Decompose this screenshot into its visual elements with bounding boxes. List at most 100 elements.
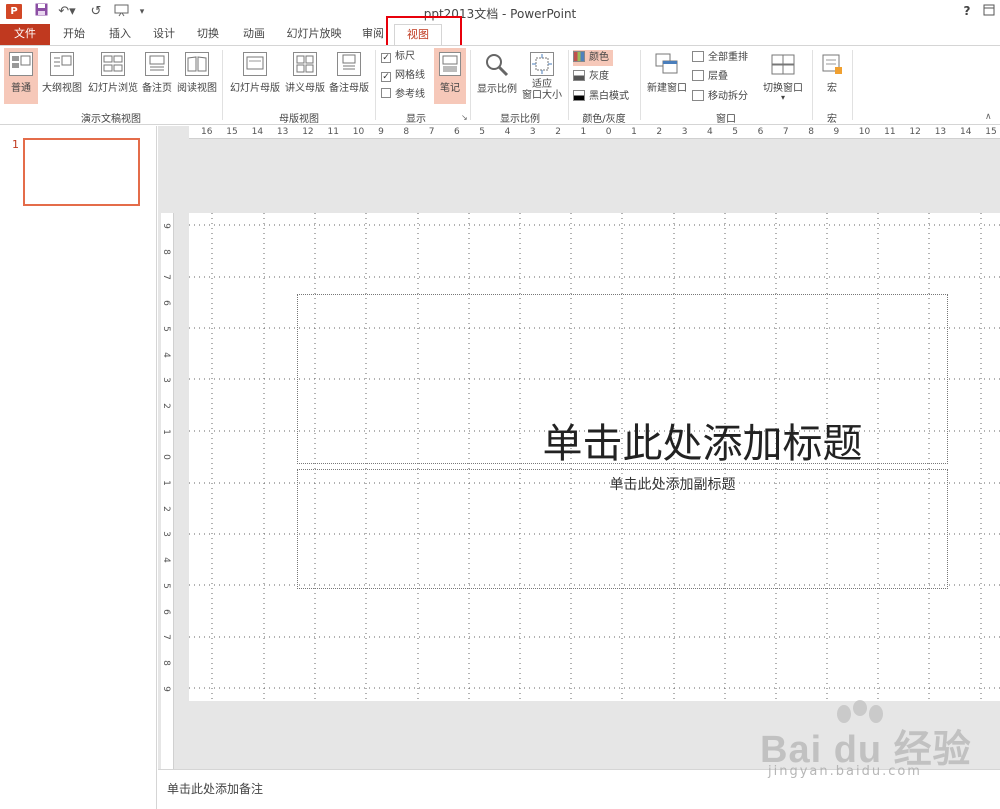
ruler-tick-label: 7: [161, 634, 171, 641]
arrange-all-icon: [692, 51, 704, 62]
presentation-views-group-label: 演示文稿视图: [81, 114, 141, 125]
dialog-launcher-icon[interactable]: ↘: [461, 113, 468, 122]
group-separator: [852, 50, 853, 120]
fit-to-window-label-2: 窗口大小: [522, 90, 562, 101]
slide-sorter-label: 幻灯片浏览: [88, 83, 138, 94]
ruler-tick-label: 3: [161, 377, 171, 384]
group-separator: [470, 50, 471, 120]
outline-view-icon: [50, 52, 74, 76]
group-separator: [640, 50, 641, 120]
ruler-tick-label: 1: [580, 127, 587, 137]
master-views-group-label: 母版视图: [279, 114, 319, 125]
ruler-tick-label: 10: [352, 127, 365, 137]
macros-icon: [820, 52, 844, 76]
outline-view-button[interactable]: 大纲视图: [40, 48, 84, 104]
ribbon-display-options-icon[interactable]: [982, 4, 996, 19]
fit-to-window-icon: [530, 52, 554, 76]
handout-master-button[interactable]: 讲义母版: [283, 48, 327, 104]
ruler-tick-label: 7: [782, 127, 789, 137]
ruler-tick-label: 9: [161, 223, 171, 229]
new-window-button[interactable]: 新建窗口: [644, 48, 690, 104]
ruler-tick-label: 9: [378, 127, 384, 137]
black-white-button[interactable]: 黑白模式: [573, 89, 629, 105]
notes-master-button[interactable]: 备注母版: [327, 48, 371, 104]
ribbon: 普通 大纲视图 幻灯片浏览 备注页 阅读视图 演示文稿视图 幻灯片母版 讲义母版…: [0, 45, 1000, 125]
ruler-tick-label: 13: [934, 127, 947, 137]
tab-review[interactable]: 审阅: [356, 24, 390, 46]
ruler-tick-label: 1: [161, 428, 171, 435]
horizontal-ruler[interactable]: 16 15 14 13 12 11 10 9 8 7 6 5 4 3 2 1 0 1 2 3 4 5 6 7 8 9 10 11 12 1…: [189, 126, 1000, 139]
ruler-tick-label: 9: [833, 127, 840, 137]
notes-master-label: 备注母版: [329, 83, 369, 94]
slide-thumbnail[interactable]: [23, 138, 140, 206]
cascade-icon: [692, 70, 704, 81]
switch-window-button[interactable]: 切换窗口 ▾: [760, 48, 806, 108]
ruler-tick-label: 5: [161, 582, 171, 589]
tab-home[interactable]: 开始: [56, 24, 92, 46]
ruler-tick-label: 16: [201, 127, 213, 137]
ruler-tick-label: 12: [302, 127, 314, 137]
ruler-tick-label: 14: [251, 127, 264, 137]
slide-canvas[interactable]: 单击此处添加标题 单击此处添加副标题: [189, 213, 1000, 701]
move-split-icon: [692, 90, 704, 101]
move-split-button[interactable]: 移动拆分: [692, 89, 748, 105]
handout-master-label: 讲义母版: [285, 83, 325, 94]
ruler-tick-label: 4: [161, 351, 171, 358]
new-window-icon: [654, 52, 680, 76]
ruler-tick-label: 8: [161, 248, 171, 255]
macros-group-label: 宏: [827, 114, 837, 125]
help-button[interactable]: ?: [960, 4, 974, 18]
ruler-checkbox[interactable]: ✓ 标尺: [381, 50, 415, 64]
tab-animations[interactable]: 动画: [236, 24, 272, 46]
title-placeholder[interactable]: 单击此处添加标题: [297, 294, 948, 467]
gridlines-checkbox[interactable]: ✓ 网格线: [381, 69, 425, 83]
ruler-tick-label: 8: [403, 127, 410, 137]
ruler-tick-label: 5: [732, 127, 739, 137]
ruler-tick-label: 1: [631, 127, 637, 137]
ruler-tick-label: 5: [479, 127, 486, 137]
ruler-tick-label: 8: [808, 127, 814, 137]
ruler-tick-label: 3: [161, 531, 171, 538]
macros-button[interactable]: 宏: [816, 48, 848, 104]
tab-transitions[interactable]: 切换: [190, 24, 226, 46]
ruler-tick-label: 1: [161, 480, 171, 486]
group-separator: [375, 50, 376, 120]
collapse-ribbon-icon[interactable]: ∧: [985, 112, 992, 122]
ruler-tick-label: 14: [960, 127, 972, 137]
notes-button[interactable]: 笔记: [434, 48, 466, 104]
tab-insert[interactable]: 插入: [102, 24, 138, 46]
grayscale-button[interactable]: 灰度: [573, 69, 609, 85]
arrange-all-button[interactable]: 全部重排: [692, 50, 748, 66]
fit-to-window-button[interactable]: 适应 窗口大小: [520, 48, 564, 106]
checkmark-icon: ✓: [381, 53, 391, 63]
tab-design[interactable]: 设计: [146, 24, 182, 46]
ruler-tick-label: 12: [909, 127, 921, 137]
color-button[interactable]: 颜色: [573, 50, 613, 66]
chevron-down-icon: ▾: [780, 93, 785, 102]
slide-master-label: 幻灯片母版: [230, 83, 280, 94]
watermark-site: jingyan.baidu.com: [768, 764, 922, 779]
ruler-tick-label: 7: [428, 127, 435, 137]
ruler-tick-label: 7: [161, 274, 171, 281]
vertical-ruler[interactable]: 9 8 7 6 5 4 3 2 1 0 1 2 3 4 5 6 7 8 9: [161, 213, 174, 789]
guides-checkbox[interactable]: 参考线: [381, 88, 425, 102]
ribbon-tabs: 文件 开始 插入 设计 切换 动画 幻灯片放映 审阅 视图: [0, 24, 1000, 47]
notes-label: 笔记: [440, 83, 460, 94]
ruler-tick-label: 2: [161, 403, 171, 409]
ruler-tick-label: 8: [161, 660, 171, 666]
slide-sorter-icon: [101, 52, 125, 76]
tab-file[interactable]: 文件: [0, 24, 50, 46]
cascade-button[interactable]: 层叠: [692, 69, 728, 85]
ruler-tick-label: 4: [504, 127, 511, 137]
tab-slideshow[interactable]: 幻灯片放映: [284, 24, 344, 46]
subtitle-placeholder-text: 单击此处添加副标题: [609, 477, 736, 493]
subtitle-placeholder[interactable]: 单击此处添加副标题: [297, 469, 948, 589]
slide-sorter-button[interactable]: 幻灯片浏览: [86, 48, 140, 104]
notes-icon: [439, 52, 461, 76]
zoom-button[interactable]: 显示比例: [474, 48, 520, 104]
normal-view-button[interactable]: 普通: [4, 48, 38, 104]
grayscale-swatch-icon: [573, 70, 585, 81]
slide-master-button[interactable]: 幻灯片母版: [227, 48, 283, 104]
reading-view-button[interactable]: 阅读视图: [176, 48, 218, 104]
notes-page-button[interactable]: 备注页: [140, 48, 174, 104]
